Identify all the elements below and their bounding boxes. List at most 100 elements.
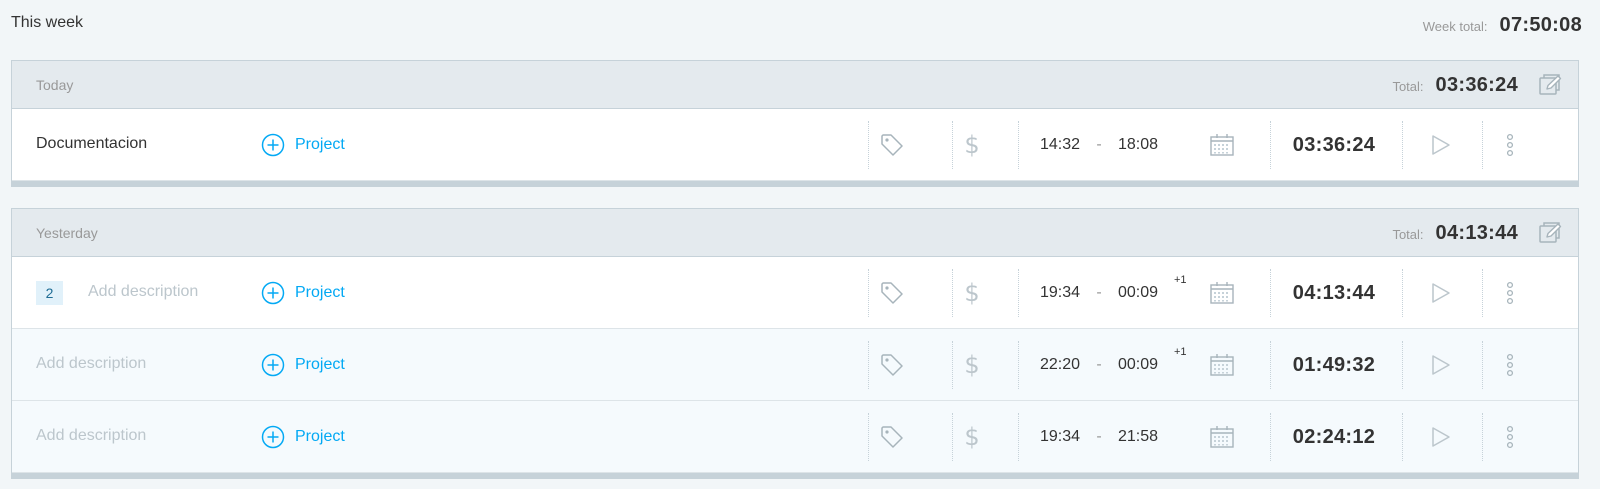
divider (868, 269, 869, 317)
group-count-badge[interactable]: 2 (36, 281, 63, 305)
time-separator: - (1096, 136, 1102, 153)
time-range: 22:20-00:09 (1038, 356, 1160, 374)
project-picker[interactable]: Project (261, 425, 345, 449)
divider (1018, 413, 1019, 461)
divider (1482, 269, 1483, 317)
time-entry-row: Documentacion Project $14:32-18:08 03:36:24 (12, 109, 1578, 181)
start-time-input[interactable]: 22:20 (1038, 356, 1082, 374)
plus-circle-icon (261, 281, 285, 305)
project-label: Project (295, 284, 345, 301)
start-time-input[interactable]: 19:34 (1038, 284, 1082, 302)
divider (1018, 341, 1019, 389)
day-total-value: 04:13:44 (1435, 222, 1518, 244)
end-time-input[interactable]: 00:09 (1116, 356, 1160, 374)
description-input[interactable]: Documentacion (36, 135, 246, 153)
bulk-edit-icon[interactable] (1538, 73, 1564, 97)
divider (952, 121, 953, 169)
project-picker[interactable]: Project (261, 281, 345, 305)
calendar-icon[interactable] (1208, 423, 1236, 451)
more-vertical-icon[interactable] (1496, 279, 1524, 307)
tag-icon[interactable] (878, 131, 906, 159)
day-total: Total: 04:13:44 (1392, 222, 1518, 245)
calendar-icon[interactable] (1208, 131, 1236, 159)
duration-value[interactable]: 01:49:32 (1278, 354, 1390, 377)
divider (1402, 121, 1403, 169)
day-label: Today (36, 77, 74, 93)
divider (1402, 341, 1403, 389)
divider (868, 341, 869, 389)
duration-value[interactable]: 04:13:44 (1278, 282, 1390, 305)
day-group: Yesterday Total: 04:13:44 2 Add description P… (11, 208, 1579, 479)
tag-icon[interactable] (878, 351, 906, 379)
calendar-icon[interactable] (1208, 279, 1236, 307)
more-vertical-icon[interactable] (1496, 351, 1524, 379)
svg-text:$: $ (964, 131, 979, 159)
time-range: 19:34-00:09 (1038, 284, 1160, 302)
time-range: 19:34-21:58 (1038, 428, 1160, 446)
divider (1018, 121, 1019, 169)
day-group: Today Total: 03:36:24 Documentacion Project $… (11, 60, 1579, 187)
more-vertical-icon[interactable] (1496, 423, 1524, 451)
divider (952, 269, 953, 317)
project-label: Project (295, 136, 345, 153)
time-separator: - (1096, 356, 1102, 373)
svg-text:$: $ (964, 279, 979, 307)
week-total: Week total: 07:50:08 (1423, 14, 1582, 37)
week-total-value: 07:50:08 (1499, 14, 1582, 36)
dollar-icon[interactable]: $ (958, 279, 986, 307)
divider (1270, 341, 1271, 389)
divider (1270, 121, 1271, 169)
day-total-value: 03:36:24 (1435, 74, 1518, 96)
week-title: This week (11, 14, 84, 31)
tag-icon[interactable] (878, 423, 906, 451)
more-vertical-icon[interactable] (1496, 131, 1524, 159)
end-time-input[interactable]: 21:58 (1116, 428, 1160, 446)
tag-icon[interactable] (878, 279, 906, 307)
calendar-icon[interactable] (1208, 351, 1236, 379)
svg-text:$: $ (964, 351, 979, 379)
next-day-indicator: +1 (1174, 346, 1187, 358)
play-icon[interactable] (1426, 423, 1454, 451)
bulk-edit-icon[interactable] (1538, 221, 1564, 245)
divider (1402, 269, 1403, 317)
day-total: Total: 03:36:24 (1392, 74, 1518, 97)
duration-value[interactable]: 02:24:12 (1278, 426, 1390, 449)
end-time-input[interactable]: 18:08 (1116, 136, 1160, 154)
day-total-label: Total: (1392, 227, 1424, 242)
time-separator: - (1096, 428, 1102, 445)
divider (1270, 413, 1271, 461)
project-label: Project (295, 356, 345, 373)
divider (1482, 413, 1483, 461)
time-separator: - (1096, 284, 1102, 301)
play-icon[interactable] (1426, 351, 1454, 379)
project-label: Project (295, 428, 345, 445)
divider (952, 341, 953, 389)
end-time-input[interactable]: 00:09 (1116, 284, 1160, 302)
project-picker[interactable]: Project (261, 133, 345, 157)
plus-circle-icon (261, 353, 285, 377)
day-footer-bar (12, 473, 1578, 478)
time-entry-row: Add description Project $19:34-21:58 02:24:… (12, 401, 1578, 473)
day-total-label: Total: (1392, 79, 1424, 94)
day-header: Yesterday Total: 04:13:44 (12, 209, 1578, 257)
duration-value[interactable]: 03:36:24 (1278, 134, 1390, 157)
divider (1270, 269, 1271, 317)
day-footer-bar (12, 181, 1578, 186)
divider (1018, 269, 1019, 317)
play-icon[interactable] (1426, 131, 1454, 159)
divider (868, 413, 869, 461)
project-picker[interactable]: Project (261, 353, 345, 377)
divider (868, 121, 869, 169)
divider (1402, 413, 1403, 461)
dollar-icon[interactable]: $ (958, 351, 986, 379)
next-day-indicator: +1 (1174, 274, 1187, 286)
play-icon[interactable] (1426, 279, 1454, 307)
description-input[interactable]: Add description (36, 355, 246, 373)
time-entry-row: Add description Project $22:20-00:09 +1 01:4… (12, 329, 1578, 401)
dollar-icon[interactable]: $ (958, 131, 986, 159)
description-input[interactable]: Add description (36, 427, 246, 445)
dollar-icon[interactable]: $ (958, 423, 986, 451)
plus-circle-icon (261, 133, 285, 157)
start-time-input[interactable]: 14:32 (1038, 136, 1082, 154)
start-time-input[interactable]: 19:34 (1038, 428, 1082, 446)
